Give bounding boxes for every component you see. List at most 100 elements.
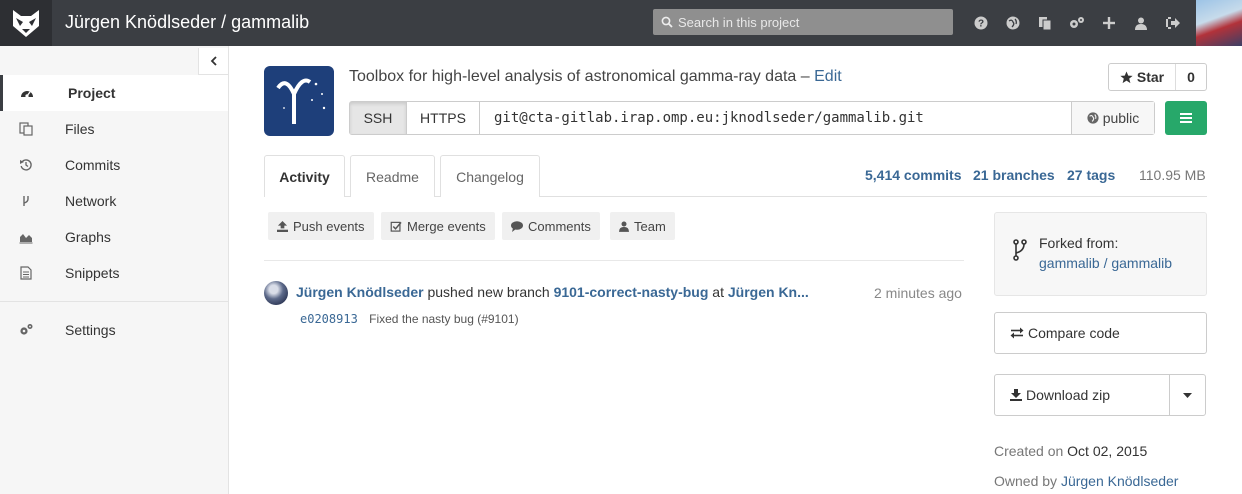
clone-panel: SSH HTTPS git@cta-gitlab.irap.omp.eu:jkn… — [349, 101, 1155, 135]
sidebar-item-commits[interactable]: Commits — [0, 147, 228, 183]
event-at: at — [712, 284, 724, 300]
compare-code-button[interactable]: Compare code — [994, 312, 1207, 354]
upload-icon — [277, 220, 288, 232]
help-icon[interactable]: ? — [965, 0, 997, 46]
gitlab-logo[interactable] — [0, 0, 52, 46]
event-time: 2 minutes ago — [874, 285, 962, 301]
settings-icon[interactable] — [1061, 0, 1093, 46]
tab-readme[interactable]: Readme — [350, 155, 435, 197]
commits-count-link[interactable]: 5,414 commits — [865, 167, 962, 183]
filter-label: Merge events — [407, 218, 486, 234]
forked-from-panel: Forked from: gammalib / gammalib — [994, 212, 1207, 296]
owner-link[interactable]: Jürgen Knödlseder — [1061, 473, 1179, 489]
event-author-avatar[interactable] — [264, 281, 288, 305]
search-icon — [661, 16, 673, 28]
search-placeholder: Search in this project — [678, 14, 800, 30]
ssh-button[interactable]: SSH — [350, 102, 407, 134]
user-avatar[interactable] — [1196, 0, 1242, 46]
owned-by: Owned by Jürgen Knödlseder — [994, 473, 1178, 489]
filter-merge-events-button[interactable]: Merge events — [381, 212, 495, 240]
search-input[interactable]: Search in this project — [653, 9, 953, 35]
star-button[interactable]: Star 0 — [1108, 63, 1207, 91]
event-branch-link[interactable]: 9101-correct-nasty-bug — [554, 284, 709, 300]
project-menu-button[interactable] — [1165, 101, 1207, 135]
clone-url-input[interactable]: git@cta-gitlab.irap.omp.eu:jknodlseder/g… — [480, 102, 1072, 134]
sidebar-item-graphs[interactable]: Graphs — [0, 219, 228, 255]
repo-size: 110.95 MB — [1139, 167, 1206, 183]
sidebar-item-settings[interactable]: Settings — [0, 312, 228, 348]
download-zip-label: Download zip — [1026, 387, 1111, 403]
code-fork-icon — [1013, 239, 1027, 261]
visibility-badge: public — [1072, 102, 1154, 134]
forked-from-link[interactable]: gammalib / gammalib — [1039, 255, 1172, 271]
compare-code-label: Compare code — [1028, 325, 1120, 341]
file-text-icon — [20, 266, 32, 280]
sidebar-item-label: Network — [65, 193, 117, 209]
sidebar-item-label: Snippets — [65, 265, 120, 281]
star-icon — [1120, 70, 1133, 83]
event-summary: Jürgen Knödlseder pushed new branch 9101… — [296, 284, 809, 300]
event-author-link[interactable]: Jürgen Knödlseder — [296, 284, 424, 300]
project-avatar — [264, 66, 334, 136]
activity-divider — [264, 260, 964, 261]
sidebar-item-label: Files — [65, 121, 95, 137]
copy-icon[interactable] — [1029, 0, 1061, 46]
sidebar-item-snippets[interactable]: Snippets — [0, 255, 228, 291]
edit-link[interactable]: Edit — [814, 68, 842, 85]
caret-down-icon — [1183, 392, 1192, 398]
visibility-label: public — [1102, 110, 1140, 126]
files-icon — [19, 122, 33, 136]
filter-label: Comments — [528, 218, 591, 234]
svg-text:?: ? — [978, 19, 984, 30]
created-on: Created on Oct 02, 2015 — [994, 443, 1147, 459]
commit-message: Fixed the nasty bug (#9101) — [369, 312, 519, 326]
sidebar-divider — [0, 301, 228, 302]
code-fork-icon — [23, 196, 29, 206]
sidebar: Project Files Commits Network Graphs Sni… — [0, 46, 229, 494]
filter-push-events-button[interactable]: Push events — [268, 212, 374, 240]
created-label: Created on — [994, 443, 1064, 459]
sidebar-item-label: Commits — [65, 157, 121, 173]
user-icon[interactable] — [1125, 0, 1157, 46]
tags-count-link[interactable]: 27 tags — [1067, 167, 1115, 183]
signout-icon[interactable] — [1157, 0, 1189, 46]
download-options-toggle[interactable] — [1169, 375, 1205, 415]
user-icon — [619, 221, 629, 232]
https-button[interactable]: HTTPS — [407, 102, 480, 134]
event-action: pushed new branch — [427, 284, 550, 300]
top-navbar: Jürgen Knödlseder / gammalib Search in t… — [0, 0, 1242, 46]
sidebar-item-label: Project — [68, 85, 116, 101]
event-project-link[interactable]: Jürgen Kn... — [728, 284, 809, 300]
branches-count-link[interactable]: 21 branches — [973, 167, 1055, 183]
star-count: 0 — [1187, 69, 1195, 85]
sidebar-item-files[interactable]: Files — [0, 111, 228, 147]
sidebar-item-network[interactable]: Network — [0, 183, 228, 219]
collapse-sidebar-button[interactable] — [198, 48, 228, 75]
check-square-icon — [390, 221, 402, 232]
area-chart-icon — [19, 234, 33, 244]
event-commit: e0208913 Fixed the nasty bug (#9101) — [300, 312, 519, 326]
commit-sha-link[interactable]: e0208913 — [300, 312, 358, 326]
sidebar-item-project[interactable]: Project — [0, 75, 228, 111]
filter-label: Team — [634, 218, 666, 234]
tab-activity[interactable]: Activity — [264, 155, 345, 197]
download-zip-button[interactable]: Download zip — [994, 374, 1206, 416]
history-icon — [20, 159, 32, 171]
gammalib-logo-icon — [276, 78, 326, 124]
chevron-left-icon — [210, 56, 217, 66]
cogs-icon — [20, 324, 33, 335]
download-icon — [1010, 389, 1022, 401]
exchange-icon — [1010, 327, 1024, 339]
filter-team-button[interactable]: Team — [610, 212, 675, 240]
filter-label: Push events — [293, 218, 365, 234]
tab-changelog[interactable]: Changelog — [440, 155, 540, 197]
globe-icon[interactable] — [997, 0, 1029, 46]
filter-comments-button[interactable]: Comments — [502, 212, 600, 240]
description-text: Toolbox for high-level analysis of astro… — [349, 68, 797, 85]
sidebar-item-label: Graphs — [65, 229, 111, 245]
project-title[interactable]: Jürgen Knödlseder / gammalib — [65, 12, 309, 33]
owned-label: Owned by — [994, 473, 1058, 489]
sidebar-item-label: Settings — [65, 322, 116, 338]
plus-icon[interactable] — [1093, 0, 1125, 46]
forked-from-label: Forked from: — [1039, 235, 1119, 251]
